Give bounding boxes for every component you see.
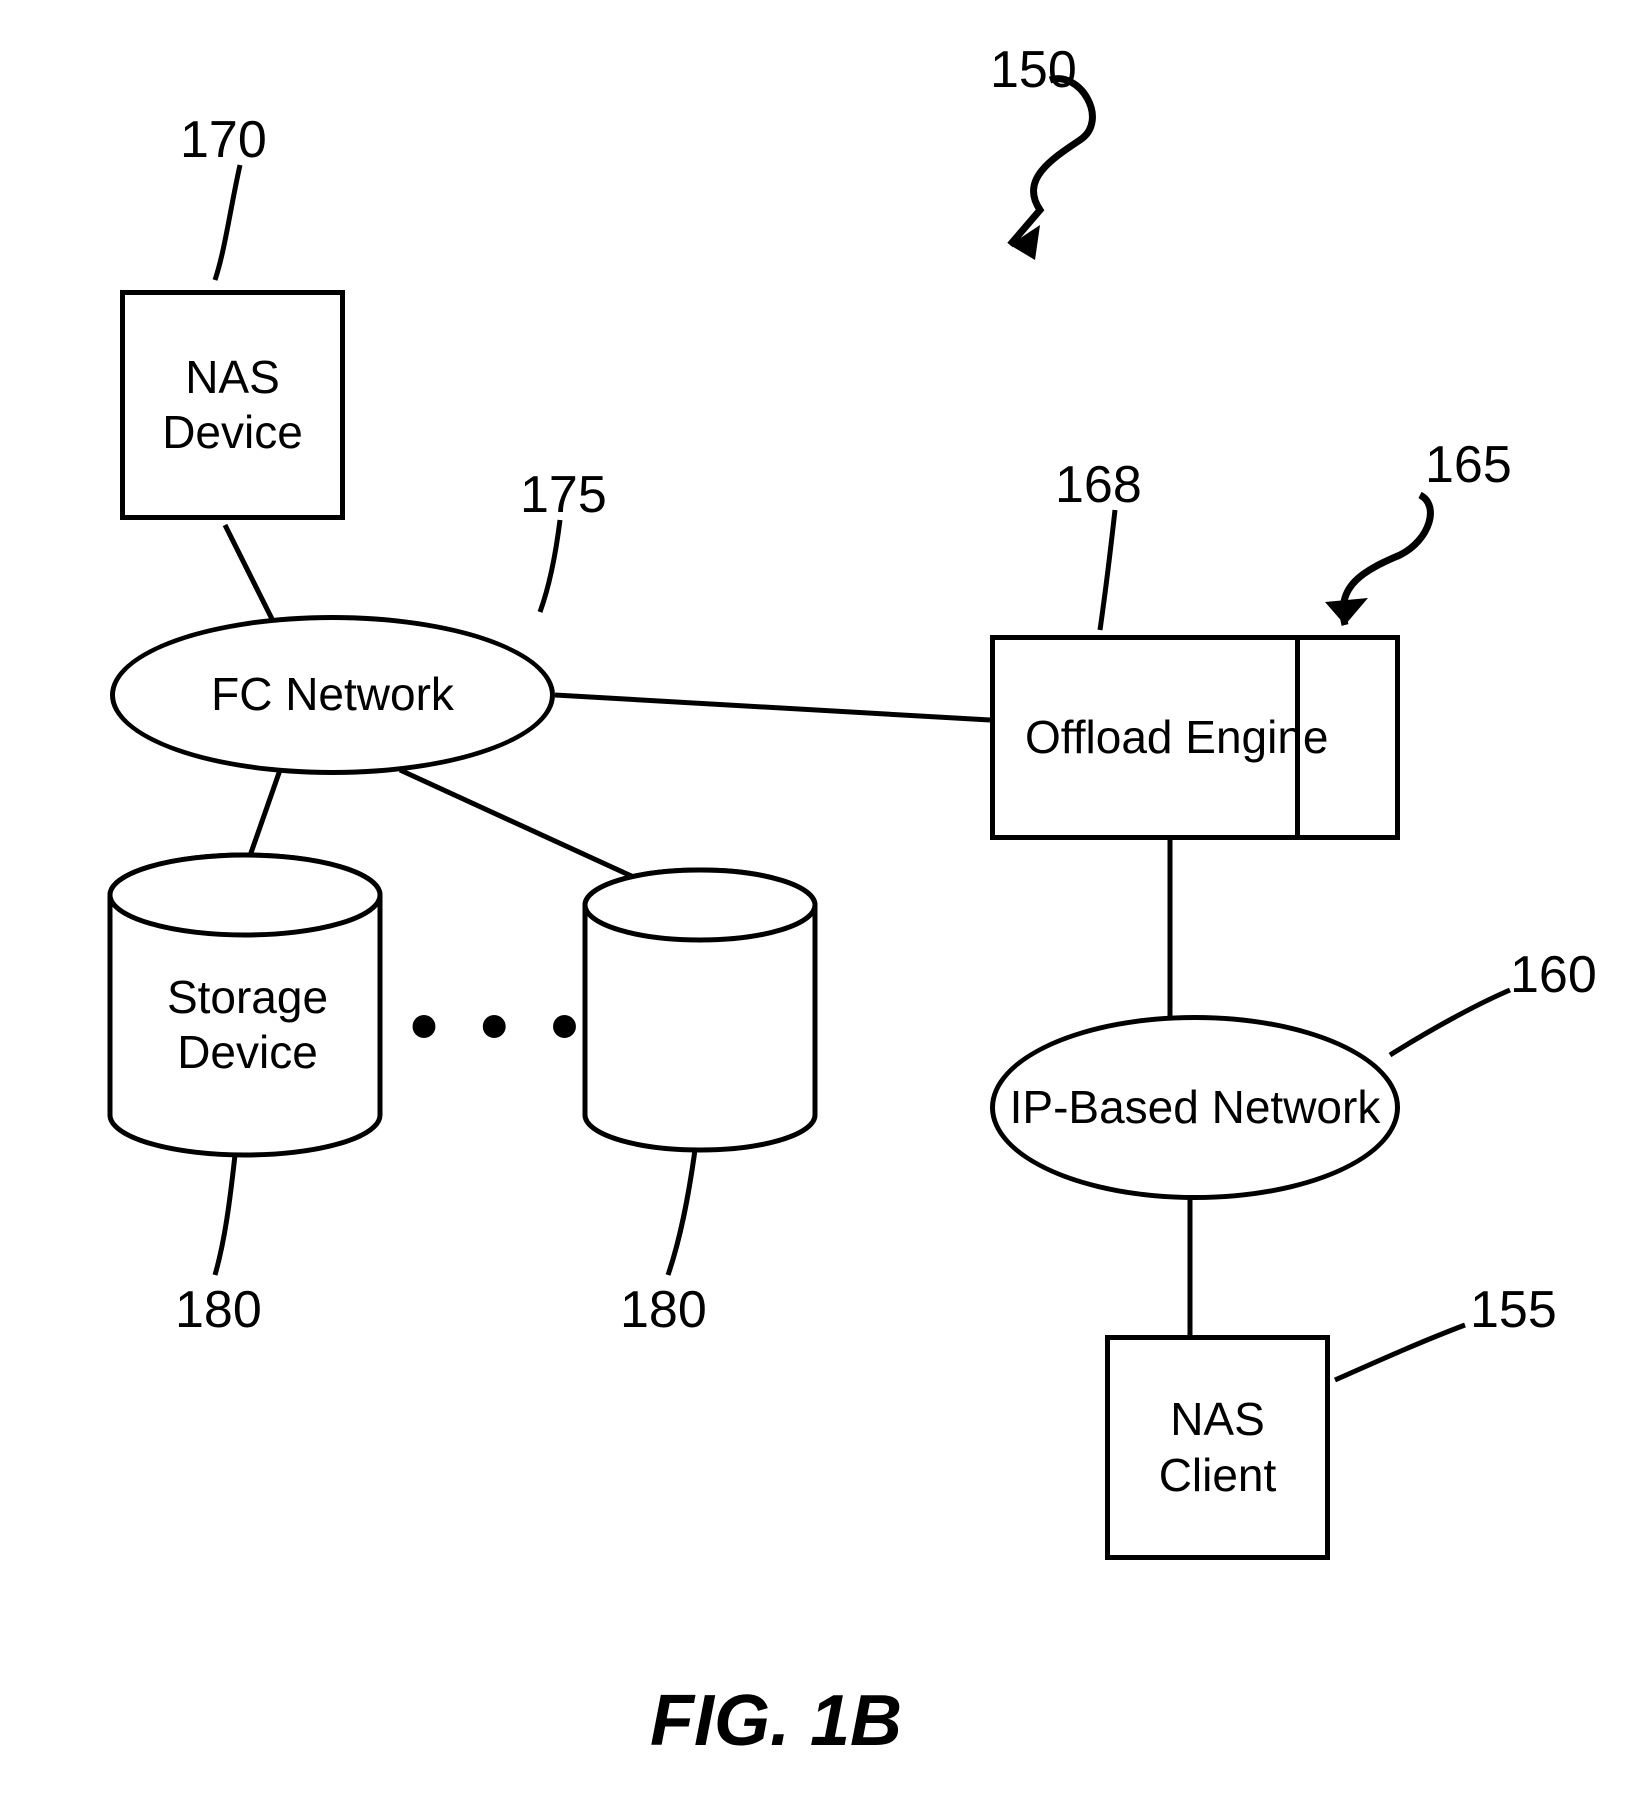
ref-label-155: 155 xyxy=(1470,1280,1557,1340)
ref-label-160: 160 xyxy=(1510,945,1597,1005)
diagram-canvas: 150 170 175 168 165 180 180 160 155 NAS … xyxy=(0,0,1646,1812)
ip-network-label: IP-Based Network xyxy=(1010,1080,1381,1135)
figure-caption: FIG. 1B xyxy=(650,1680,902,1762)
ref-label-165: 165 xyxy=(1425,435,1512,495)
nas-device-box: NAS Device xyxy=(120,290,345,520)
squiggly-arrow-icon xyxy=(1343,495,1430,625)
storage-cylinder-right xyxy=(585,870,815,1150)
ellipsis-dots: • • • xyxy=(410,980,588,1072)
nas-device-label: NAS Device xyxy=(125,350,340,460)
arrowhead-icon xyxy=(1010,225,1040,260)
nas-client-label: NAS Client xyxy=(1110,1392,1325,1502)
offload-engine-right-section xyxy=(1295,640,1395,835)
ref-label-150: 150 xyxy=(990,40,1077,100)
ref-label-180b: 180 xyxy=(620,1280,707,1340)
offload-engine-box: Offload Engine xyxy=(990,635,1400,840)
fc-network-label: FC Network xyxy=(211,667,454,722)
offload-engine-label: Offload Engine xyxy=(1025,710,1329,765)
nas-client-box: NAS Client xyxy=(1105,1335,1330,1560)
ref-label-168: 168 xyxy=(1055,455,1142,515)
fc-network-ellipse: FC Network xyxy=(110,615,555,775)
arrowhead-icon xyxy=(1325,598,1368,625)
ref-label-175: 175 xyxy=(520,465,607,525)
storage-device-label: Storage Device xyxy=(160,970,335,1080)
connectors-layer xyxy=(0,0,1646,1812)
ip-network-ellipse: IP-Based Network xyxy=(990,1015,1400,1200)
squiggly-arrow-icon xyxy=(1010,79,1092,245)
ref-label-170: 170 xyxy=(180,110,267,170)
ref-label-180a: 180 xyxy=(175,1280,262,1340)
